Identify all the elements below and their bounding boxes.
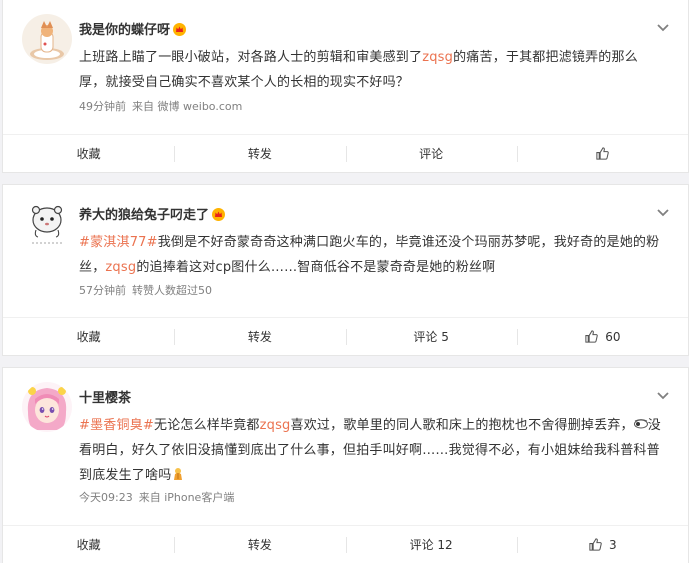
- crown-badge-icon: [173, 23, 187, 36]
- collect-label: 收藏: [76, 330, 101, 344]
- post-text: 上班路上瞄了一眼小破站，对各路人士的剪辑和审美感到了zqsg的痛苦，于其都把滤镜…: [79, 45, 664, 95]
- thumbs-up-icon: [596, 147, 609, 160]
- timestamp[interactable]: 49分钟前: [79, 100, 126, 113]
- timestamp[interactable]: 今天09:23: [79, 491, 133, 504]
- topic-hashtag[interactable]: #蒙淇淇77#: [79, 235, 158, 250]
- text-segment: 上班路上瞄了一眼小破站，对各路人士的剪辑和审美感到了: [79, 50, 423, 65]
- like-button[interactable]: [516, 135, 688, 172]
- post-card: 养大的狼给兔子叼走了 #蒙淇淇77#我倒是不好奇蒙奇奇这种满口跑火车的，毕竟谁还…: [2, 184, 689, 356]
- thumbs-up-icon: [589, 538, 602, 551]
- action-bar: 收藏 转发 评论 5 60: [3, 317, 688, 355]
- avatar-image: [22, 382, 72, 432]
- collect-button[interactable]: 收藏: [3, 318, 174, 355]
- pray-emoji-icon: [174, 468, 183, 480]
- avatar[interactable]: [22, 382, 72, 432]
- like-count: 60: [605, 329, 621, 344]
- chevron-down-icon[interactable]: [656, 23, 670, 33]
- username[interactable]: 养大的狼给兔子叼走了: [79, 204, 226, 223]
- action-bar: 收藏 转发 评论 12 3: [3, 525, 688, 563]
- repost-label: 转发: [247, 538, 272, 552]
- comment-button[interactable]: 评论 12: [345, 526, 517, 563]
- thumbs-up-icon: [585, 330, 599, 343]
- post-text: #蒙淇淇77#我倒是不好奇蒙奇奇这种满口跑火车的，毕竟谁还没个玛丽苏梦呢，我好奇…: [79, 230, 664, 280]
- post-meta: 今天09:23 来自 iPhone客户端: [79, 489, 240, 505]
- text-segment: 喜欢过，歌单里的同人歌和床上的抱枕也不舍得删掉丢弃，: [290, 418, 634, 433]
- post-card: 十里樱茶 #墨香铜臭#无论怎么样毕竟都zqsg喜欢过，歌单里的同人歌和床上的抱枕…: [2, 367, 689, 563]
- username[interactable]: 十里樱茶: [79, 387, 131, 406]
- username[interactable]: 我是你的蝶仔呀: [79, 19, 187, 38]
- source: 来自 微博 weibo.com: [132, 100, 243, 113]
- text-segment: 无论怎么样毕竟都: [154, 418, 260, 433]
- chevron-down-icon[interactable]: [656, 208, 670, 218]
- username-text[interactable]: 养大的狼给兔子叼走了: [79, 208, 209, 223]
- post-card: 我是你的蝶仔呀 上班路上瞄了一眼小破站，对各路人士的剪辑和审美感到了zqsg的痛…: [2, 0, 689, 173]
- keyword-link[interactable]: zqsg: [422, 50, 453, 65]
- comment-label: 评论 5: [413, 330, 449, 344]
- repost-button[interactable]: 转发: [174, 135, 345, 172]
- collect-label: 收藏: [76, 538, 101, 552]
- side-eye-emoji-icon: [633, 419, 648, 429]
- username-text[interactable]: 我是你的蝶仔呀: [79, 23, 170, 38]
- repost-button[interactable]: 转发: [174, 318, 345, 355]
- comment-button[interactable]: 评论 5: [345, 318, 517, 355]
- avatar[interactable]: [22, 14, 72, 64]
- comment-label: 评论: [419, 147, 444, 161]
- post-meta: 49分钟前 来自 微博 weibo.com: [79, 98, 248, 114]
- crown-badge-icon: [212, 208, 226, 221]
- post-meta: 57分钟前 转赞人数超过50: [79, 282, 218, 298]
- repost-label: 转发: [247, 147, 272, 161]
- text-segment: 的追捧着这对cp图什么……智商低谷不是蒙奇奇是她的粉丝啊: [136, 260, 496, 275]
- collect-button[interactable]: 收藏: [3, 526, 174, 563]
- repost-button[interactable]: 转发: [174, 526, 345, 563]
- repost-label: 转发: [247, 330, 272, 344]
- repost-like-status: 转赞人数超过50: [132, 284, 212, 297]
- topic-hashtag[interactable]: #墨香铜臭#: [79, 418, 154, 433]
- username-text[interactable]: 十里樱茶: [79, 391, 131, 406]
- avatar-image: [22, 14, 72, 64]
- timestamp[interactable]: 57分钟前: [79, 284, 126, 297]
- collect-button[interactable]: 收藏: [3, 135, 174, 172]
- avatar-image: [22, 199, 72, 249]
- avatar[interactable]: [22, 199, 72, 249]
- comment-label: 评论 12: [409, 538, 453, 552]
- keyword-link[interactable]: zqsg: [260, 418, 291, 433]
- like-count: 3: [609, 537, 617, 552]
- comment-button[interactable]: 评论: [345, 135, 517, 172]
- post-text: #墨香铜臭#无论怎么样毕竟都zqsg喜欢过，歌单里的同人歌和床上的抱枕也不舍得删…: [79, 413, 664, 488]
- like-button[interactable]: 3: [516, 526, 688, 563]
- action-bar: 收藏 转发 评论: [3, 134, 688, 172]
- collect-label: 收藏: [76, 147, 101, 161]
- source: 来自 iPhone客户端: [138, 491, 235, 504]
- keyword-link[interactable]: zqsg: [105, 260, 136, 275]
- chevron-down-icon[interactable]: [656, 391, 670, 401]
- like-button[interactable]: 60: [516, 318, 688, 355]
